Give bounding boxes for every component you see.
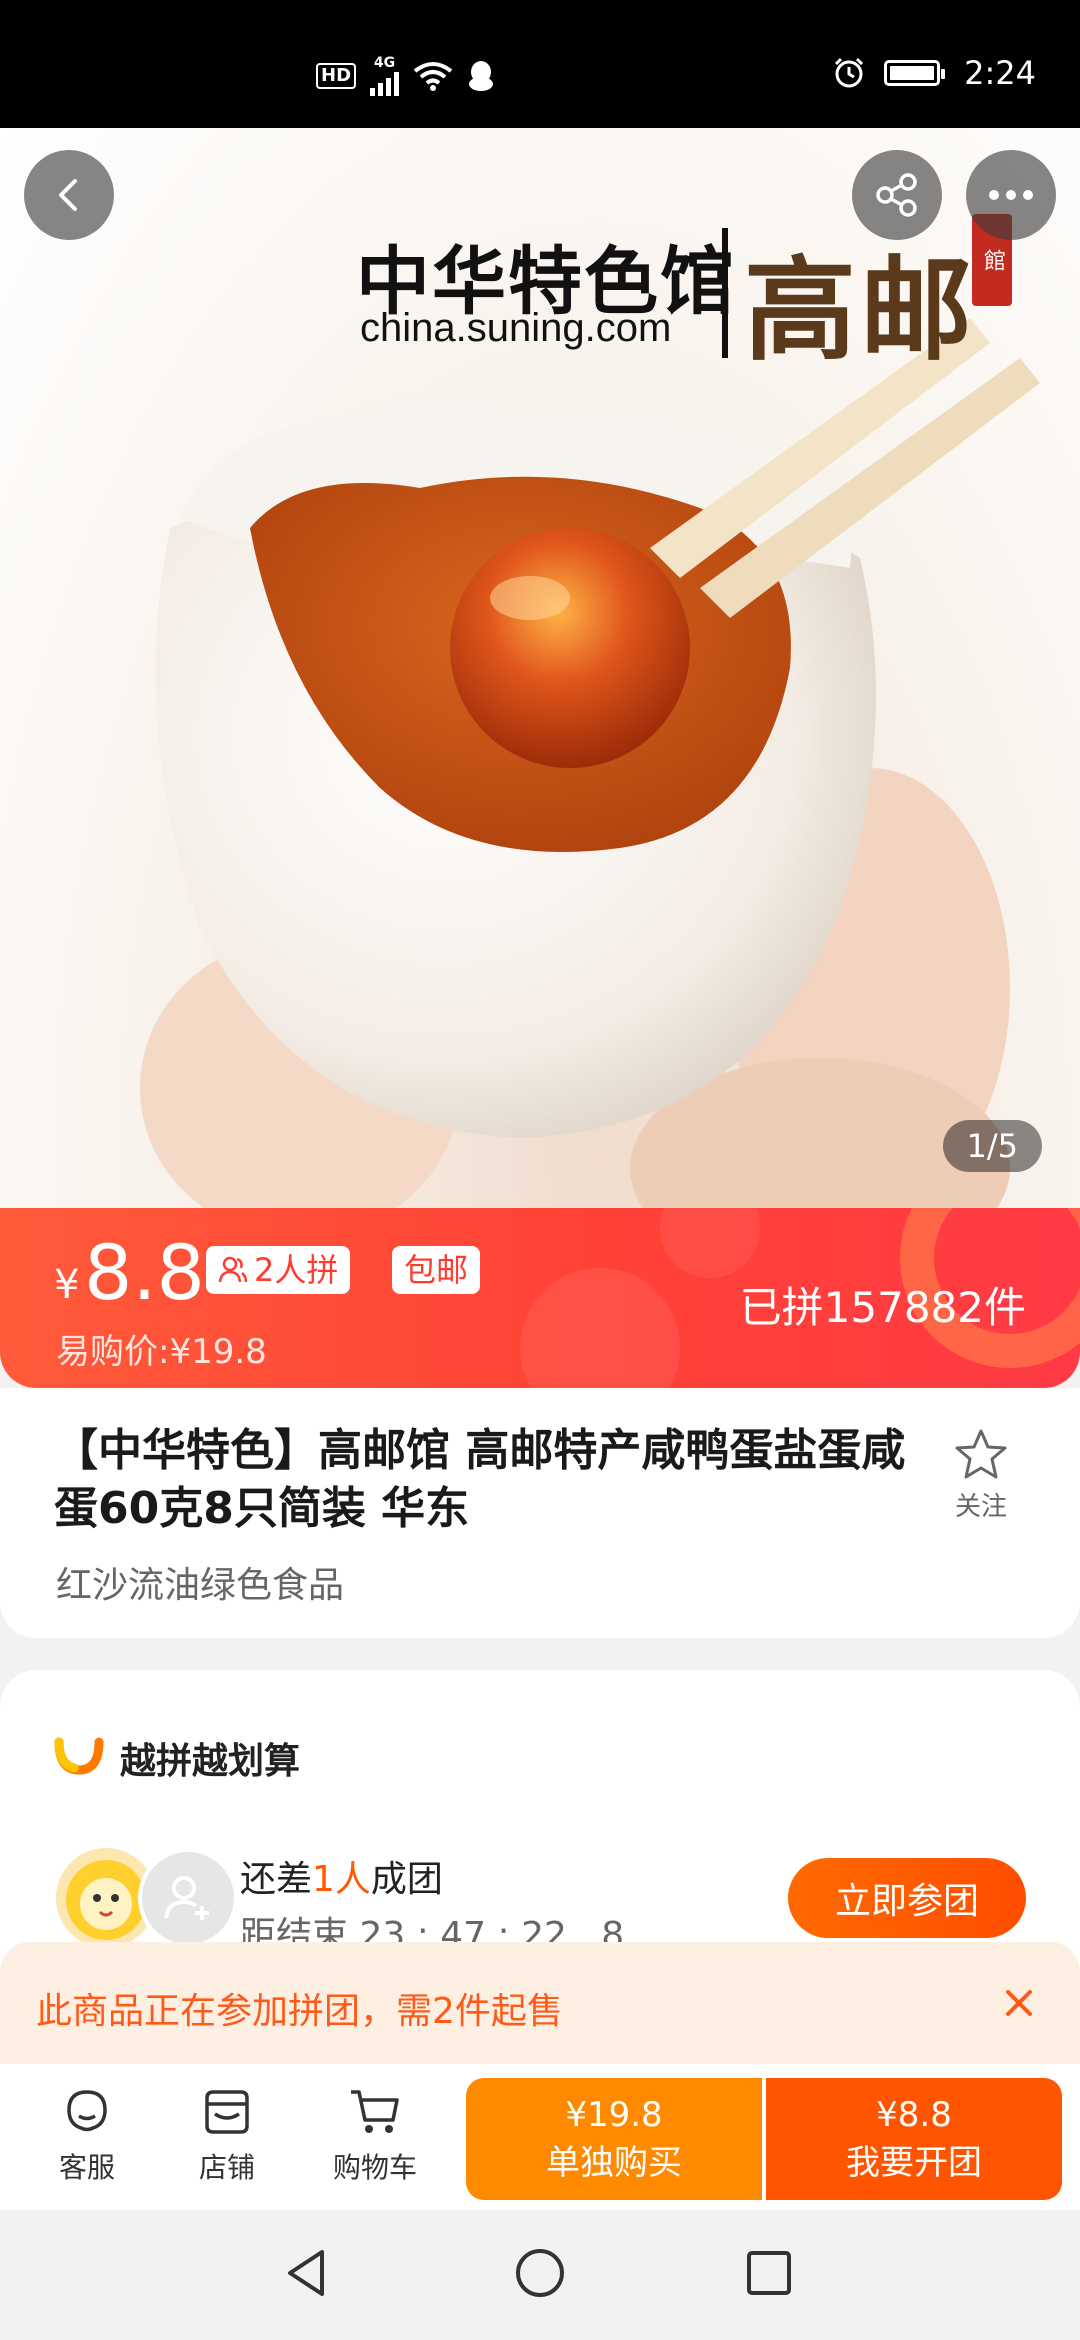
start-group-price: ¥8.8 — [876, 2095, 952, 2135]
free-shipping-badge: 包邮 — [392, 1246, 481, 1294]
more-button[interactable] — [966, 150, 1056, 240]
customer-service-label: 客服 — [58, 2151, 115, 2184]
group-price: 8.8 — [84, 1228, 205, 1317]
need-suffix: 成团 — [370, 1859, 443, 1900]
group-buy-card: 越拼越划算 还差1人成团 距结束 23 : 47 : 22 . 8 立即参团 — [0, 1670, 1080, 1970]
cart-button[interactable]: 购物车 — [320, 2084, 430, 2186]
suning-smile-icon — [54, 1737, 104, 1775]
bottom-action-bar: 客服 店铺 购物车 ¥19.8 单独购买 ¥8.8 我要开团 — [0, 2064, 1080, 2210]
banner-decoration — [520, 1268, 680, 1388]
signal-icon: 4G — [370, 55, 400, 96]
product-image-carousel[interactable]: 中华特色馆 china.suning.com 高邮 館 1/5 — [0, 128, 1080, 1210]
wifi-icon — [413, 62, 453, 91]
hd-icon: HD — [316, 63, 357, 89]
shop-label: 店铺 — [198, 2151, 255, 2184]
share-icon — [876, 173, 917, 217]
group-users-icon — [218, 1256, 248, 1283]
follow-button[interactable]: 关注 — [948, 1428, 1014, 1523]
empty-slot-avatar — [138, 1848, 238, 1948]
group-section-title: 越拼越划算 — [120, 1741, 301, 1782]
clock: 2:24 — [964, 54, 1036, 92]
product-info-card: 【中华特色】高邮馆 高邮特产咸鸭蛋盐蛋咸蛋60克8只简装 华东 红沙流油绿色食品… — [0, 1388, 1080, 1638]
start-group-label: 我要开团 — [846, 2143, 982, 2183]
buy-alone-label: 单独购买 — [546, 2143, 682, 2183]
start-group-button[interactable]: ¥8.8 我要开团 — [766, 2078, 1062, 2200]
group-size-label: 2人拼 — [254, 1251, 339, 1289]
cart-icon — [351, 2090, 399, 2133]
need-count: 1人 — [312, 1859, 371, 1900]
nav-home-icon[interactable] — [505, 2238, 575, 2308]
star-icon — [955, 1429, 1007, 1479]
need-prefix: 还差 — [240, 1859, 313, 1900]
add-user-icon — [164, 1876, 209, 1920]
product-title: 【中华特色】高邮馆 高邮特产咸鸭蛋盐蛋咸蛋60克8只简装 华东 — [54, 1425, 906, 1534]
shop-icon — [205, 2090, 249, 2134]
join-group-button[interactable]: 立即参团 — [788, 1858, 1026, 1938]
buy-alone-button[interactable]: ¥19.8 单独购买 — [466, 2078, 762, 2200]
buy-alone-price: ¥19.8 — [565, 2095, 663, 2135]
price-banner: ¥ 8.8 2人拼 包邮 易购价:¥19.8 已拼157882件 — [0, 1208, 1080, 1388]
battery-icon — [884, 60, 946, 86]
brand-city: 高邮 — [744, 245, 976, 376]
brand-url: china.suning.com — [360, 306, 672, 350]
status-left-icons: HD 4G — [316, 56, 495, 96]
group-size-badge: 2人拼 — [206, 1246, 351, 1294]
banner-decoration — [660, 1208, 760, 1278]
shop-button[interactable]: 店铺 — [172, 2084, 282, 2186]
customer-service-button[interactable]: 客服 — [32, 2084, 142, 2186]
nav-recents-icon[interactable] — [734, 2238, 804, 2308]
system-navigation-bar — [0, 2210, 1080, 2340]
brand-divider — [722, 228, 728, 358]
customer-service-icon — [67, 2090, 107, 2132]
product-subtitle: 红沙流油绿色食品 — [56, 1565, 345, 1606]
image-counter: 1/5 — [942, 1120, 1042, 1172]
back-button[interactable] — [24, 150, 114, 240]
close-icon[interactable] — [994, 1978, 1044, 2028]
notice-text: 此商品正在参加拼团，需2件起售 — [36, 1991, 563, 2032]
original-price: 易购价:¥19.8 — [56, 1332, 267, 1372]
follow-label: 关注 — [954, 1492, 1007, 1522]
more-icon — [989, 190, 1033, 200]
sold-count: 已拼157882件 — [739, 1283, 1026, 1332]
chevron-left-icon — [59, 179, 77, 211]
nav-back-icon[interactable] — [272, 2238, 342, 2308]
group-notice-banner: 此商品正在参加拼团，需2件起售 — [0, 1942, 1080, 2064]
price-currency: ¥ — [54, 1262, 80, 1308]
alarm-icon — [835, 57, 864, 88]
status-right-icons: 2:24 — [832, 54, 1036, 92]
status-bar: HD 4G 2:24 — [0, 0, 1080, 128]
share-button[interactable] — [852, 150, 942, 240]
qq-icon — [469, 61, 494, 91]
cart-label: 购物车 — [332, 2151, 417, 2184]
network-type-label: 4G — [373, 55, 396, 71]
free-shipping-label: 包邮 — [404, 1251, 469, 1289]
group-needs-text: 还差1人成团 — [240, 1850, 443, 1902]
